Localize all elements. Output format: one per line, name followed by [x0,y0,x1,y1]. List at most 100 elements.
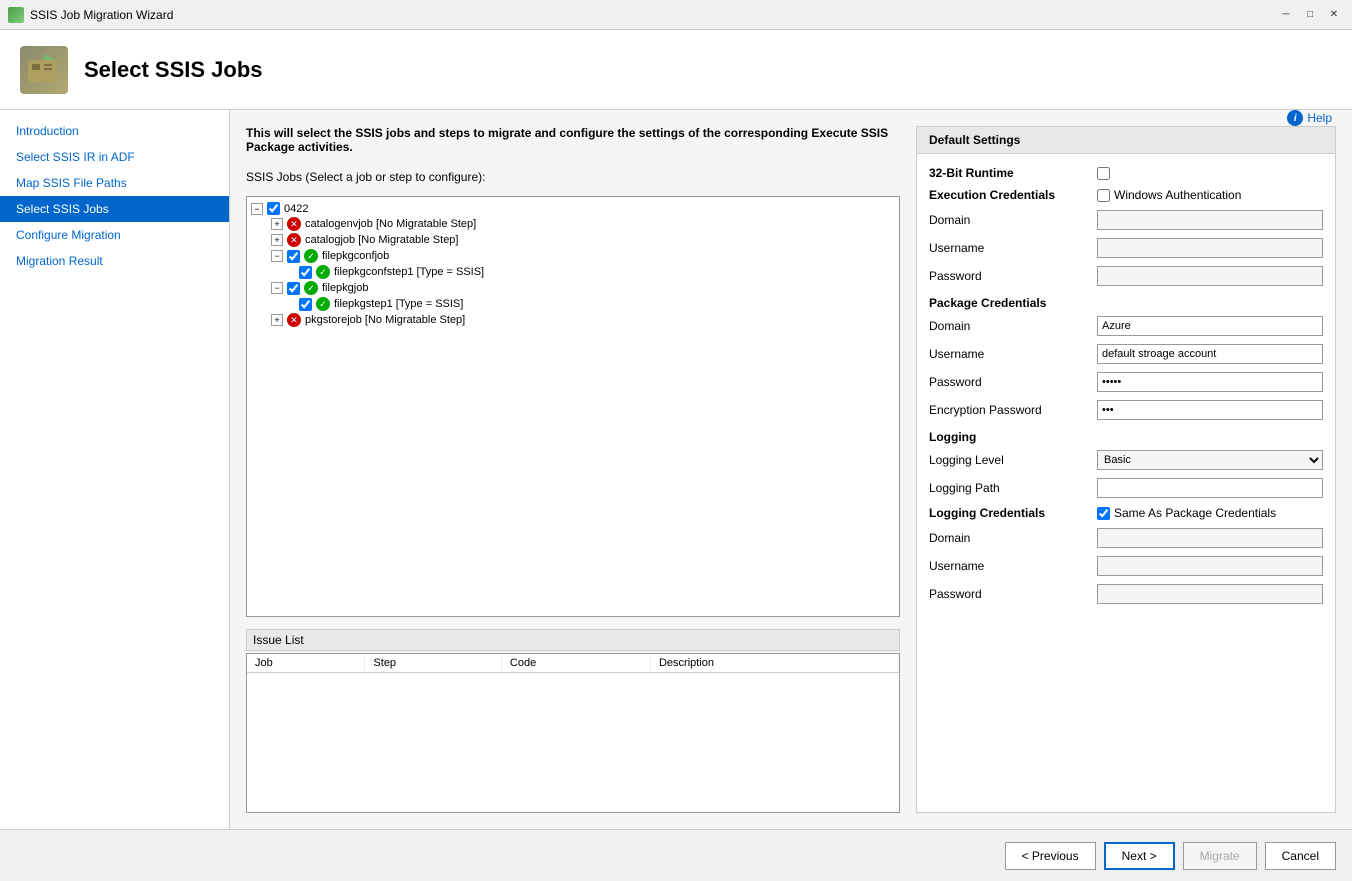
tree-text-pkgstorejob: pkgstorejob [No Migratable Step] [305,314,465,326]
input-password-pkg[interactable] [1097,372,1323,392]
input-domain-log[interactable] [1097,528,1323,548]
tree-node-root[interactable]: − 0422 [251,201,895,216]
status-catalogenvjob: ✕ [287,217,301,231]
checkbox-filepkgconfstep1[interactable] [299,266,312,279]
expand-filepkgconfjob[interactable]: − [271,250,283,262]
status-catalogjob: ✕ [287,233,301,247]
tree-node-catalogjob[interactable]: + ✕ catalogjob [No Migratable Step] [251,232,895,248]
label-password-log: Password [929,587,1089,601]
sidebar-item-map-paths[interactable]: Map SSIS File Paths [0,170,229,196]
label-password-exec: Password [929,269,1089,283]
input-password-log[interactable] [1097,584,1323,604]
status-filepkgconfjob: ✓ [304,249,318,263]
input-domain-exec[interactable] [1097,210,1323,230]
tree-text-catalogjob: catalogjob [No Migratable Step] [305,234,458,246]
help-icon: i [1287,110,1303,126]
tree-node-filepkgjob[interactable]: − ✓ filepkgjob [251,280,895,296]
help-label: Help [1307,111,1332,125]
tree-text-catalogenvjob: catalogenvjob [No Migratable Step] [305,218,476,230]
status-filepkgstep1: ✓ [316,297,330,311]
col-step: Step [365,654,501,673]
row-enc-password: Encryption Password [929,396,1323,424]
label-logging-creds: Logging Credentials [929,506,1089,520]
label-same-as-pkg: Same As Package Credentials [1114,506,1276,520]
sidebar-item-select-ir[interactable]: Select SSIS IR in ADF [0,144,229,170]
next-button[interactable]: Next > [1104,842,1175,870]
left-panel: This will select the SSIS jobs and steps… [246,126,900,813]
sidebar-item-introduction[interactable]: Introduction [0,118,229,144]
expand-pkgstorejob[interactable]: + [271,314,283,326]
status-pkgstorejob: ✕ [287,313,301,327]
content-area: This will select the SSIS jobs and steps… [230,110,1352,829]
input-username-pkg[interactable] [1097,344,1323,364]
input-username-log[interactable] [1097,556,1323,576]
label-username-log: Username [929,559,1089,573]
status-filepkgjob: ✓ [304,281,318,295]
label-username-pkg: Username [929,347,1089,361]
settings-tab-label[interactable]: Default Settings [917,127,1335,154]
sidebar-item-result[interactable]: Migration Result [0,248,229,274]
app-icon [8,7,24,23]
expand-root[interactable]: − [251,203,263,215]
col-description: Description [650,654,898,673]
sidebar-item-configure[interactable]: Configure Migration [0,222,229,248]
tree-text-filepkgjob: filepkgjob [322,282,368,294]
row-logging-level: Logging Level Basic None Verbose Perform… [929,446,1323,474]
row-exec-creds: Execution Credentials Windows Authentica… [929,184,1323,206]
input-enc-password[interactable] [1097,400,1323,420]
tree-text-filepkgstep1: filepkgstep1 [Type = SSIS] [334,298,463,310]
checkbox-same-as-pkg[interactable] [1097,507,1110,520]
checkbox-root[interactable] [267,202,280,215]
expand-catalogenvjob[interactable]: + [271,218,283,230]
label-windows-auth: Windows Authentication [1114,188,1241,202]
sidebar: Introduction Select SSIS IR in ADF Map S… [0,110,230,829]
titlebar: SSIS Job Migration Wizard ─ □ ✕ [0,0,1352,30]
checkbox-32bit[interactable] [1097,167,1110,180]
sidebar-item-select-jobs[interactable]: Select SSIS Jobs [0,196,229,222]
app-title: SSIS Job Migration Wizard [30,8,173,22]
col-code: Code [501,654,650,673]
row-domain-log: Domain [929,524,1323,552]
row-username-pkg: Username [929,340,1323,368]
checkbox-filepkgjob[interactable] [287,282,300,295]
issue-list-label: Issue List [246,629,900,651]
checkbox-filepkgconfjob[interactable] [287,250,300,263]
section-logging: Logging [929,424,1323,446]
close-button[interactable]: ✕ [1324,5,1344,25]
tree-node-filepkgconfjob[interactable]: − ✓ filepkgconfjob [251,248,895,264]
label-username-exec: Username [929,241,1089,255]
minimize-button[interactable]: ─ [1276,5,1296,25]
tree-node-catalogenvjob[interactable]: + ✕ catalogenvjob [No Migratable Step] [251,216,895,232]
cancel-button[interactable]: Cancel [1265,842,1336,870]
previous-button[interactable]: < Previous [1005,842,1096,870]
tree-node-filepkgstep1[interactable]: ✓ filepkgstep1 [Type = SSIS] [251,296,895,312]
header: Select SSIS Jobs [0,30,1352,110]
input-username-exec[interactable] [1097,238,1323,258]
issue-section: Issue List Job Step Code Description [246,629,900,813]
input-domain-pkg[interactable] [1097,316,1323,336]
input-logging-path[interactable] [1097,478,1323,498]
expand-catalogjob[interactable]: + [271,234,283,246]
description-text: This will select the SSIS jobs and steps… [246,126,900,154]
row-logging-path: Logging Path [929,474,1323,502]
checkbox-windows-auth[interactable] [1097,189,1110,202]
migrate-button[interactable]: Migrate [1183,842,1257,870]
tree-node-pkgstorejob[interactable]: + ✕ pkgstorejob [No Migratable Step] [251,312,895,328]
jobs-tree-panel: − 0422 + ✕ catalogenvjob [No Migratable … [246,196,900,617]
input-password-exec[interactable] [1097,266,1323,286]
jobs-panel-label: SSIS Jobs (Select a job or step to confi… [246,170,900,184]
row-password-pkg: Password [929,368,1323,396]
footer: < Previous Next > Migrate Cancel [0,829,1352,881]
section-package-credentials: Package Credentials [929,290,1323,312]
settings-content: 32-Bit Runtime Execution Credentials Win… [917,154,1335,812]
row-logging-creds: Logging Credentials Same As Package Cred… [929,502,1323,524]
help-link[interactable]: i Help [1287,110,1332,126]
select-logging-level[interactable]: Basic None Verbose Performance [1097,450,1323,470]
tree-node-filepkgconfstep1[interactable]: ✓ filepkgconfstep1 [Type = SSIS] [251,264,895,280]
checkbox-filepkgstep1[interactable] [299,298,312,311]
maximize-button[interactable]: □ [1300,5,1320,25]
header-icon [20,46,68,94]
tree-text-filepkgconfjob: filepkgconfjob [322,250,389,262]
issue-table: Job Step Code Description [247,654,899,673]
expand-filepkgjob[interactable]: − [271,282,283,294]
